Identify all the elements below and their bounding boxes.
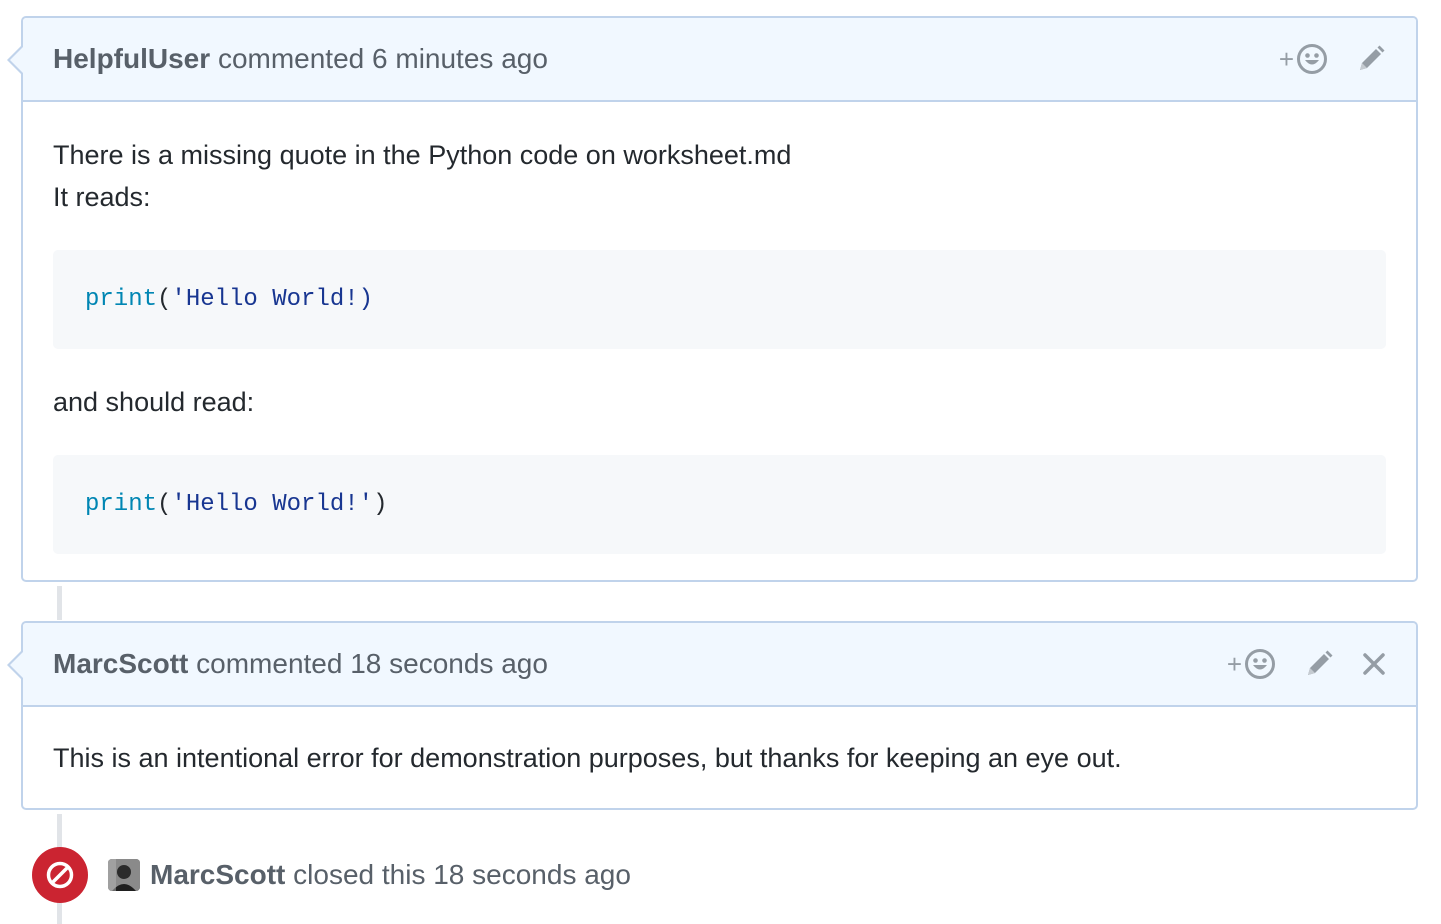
comment-actions: +	[1227, 648, 1386, 680]
comment-actions: +	[1279, 43, 1386, 75]
event-actor[interactable]: MarcScott	[150, 859, 285, 890]
timeline-connector	[57, 586, 62, 620]
closed-issue-icon	[46, 861, 74, 889]
comment-meta: HelpfulUser commented 6 minutes ago	[53, 43, 1279, 75]
reaction-plus: +	[1226, 648, 1242, 679]
code-paren: )	[373, 490, 388, 518]
event-description: MarcScott closed this 18 seconds ago	[150, 859, 631, 891]
comment-body: There is a missing quote in the Python c…	[23, 102, 1416, 586]
closed-badge	[32, 847, 88, 903]
add-reaction-icon	[1297, 44, 1327, 74]
avatar[interactable]	[108, 859, 140, 891]
comment-text: This is an intentional error for demonst…	[53, 743, 1122, 773]
add-reaction-icon	[1245, 649, 1275, 679]
comment-meta: MarcScott commented 18 seconds ago	[53, 648, 1227, 680]
comment-timestamp[interactable]: 6 minutes ago	[372, 43, 548, 74]
comment-helpfuluser: HelpfulUser commented 6 minutes ago + Th…	[7, 16, 1418, 582]
edit-comment-button[interactable]	[1304, 649, 1334, 679]
code-block: print('Hello World!)	[53, 250, 1386, 349]
comment-pointer-inner	[10, 651, 24, 679]
close-icon	[1363, 653, 1385, 675]
pencil-icon	[1308, 650, 1333, 675]
event-timestamp[interactable]: 18 seconds ago	[433, 859, 631, 890]
code-block: print('Hello World!')	[53, 455, 1386, 554]
code-function: print	[85, 490, 158, 518]
add-reaction-button[interactable]: +	[1279, 43, 1328, 75]
comment-header: MarcScott commented 18 seconds ago +	[7, 623, 1416, 707]
comment-body: This is an intentional error for demonst…	[23, 707, 1416, 811]
code-paren: )	[358, 285, 374, 313]
comment-text-line: There is a missing quote in the Python c…	[53, 140, 792, 170]
closed-event: MarcScott closed this 18 seconds ago	[32, 847, 631, 903]
pencil-icon	[1360, 45, 1385, 70]
avatar-image	[108, 859, 140, 891]
comment-author[interactable]: MarcScott	[53, 648, 188, 679]
comment-action: commented	[217, 43, 365, 74]
add-reaction-button[interactable]: +	[1227, 648, 1276, 680]
comment-author[interactable]: HelpfulUser	[53, 43, 210, 74]
code-paren: (	[157, 490, 172, 518]
delete-comment-button[interactable]	[1362, 652, 1386, 676]
code-paren: (	[157, 285, 172, 313]
edit-comment-button[interactable]	[1356, 44, 1386, 74]
code-string: 'Hello World!	[171, 285, 359, 313]
comment-text-line: It reads:	[53, 182, 151, 212]
comment-text-line: and should read:	[53, 387, 255, 417]
comment-timestamp[interactable]: 18 seconds ago	[350, 648, 548, 679]
comment-header: HelpfulUser commented 6 minutes ago +	[7, 18, 1416, 102]
comment-pointer-inner	[10, 46, 24, 74]
reaction-plus: +	[1278, 43, 1294, 74]
comment-marcscott: MarcScott commented 18 seconds ago + Thi…	[7, 621, 1418, 811]
comment-action: commented	[196, 648, 343, 679]
event-action: closed this	[293, 859, 426, 890]
code-string: 'Hello World!'	[171, 490, 374, 518]
code-function: print	[85, 285, 158, 313]
